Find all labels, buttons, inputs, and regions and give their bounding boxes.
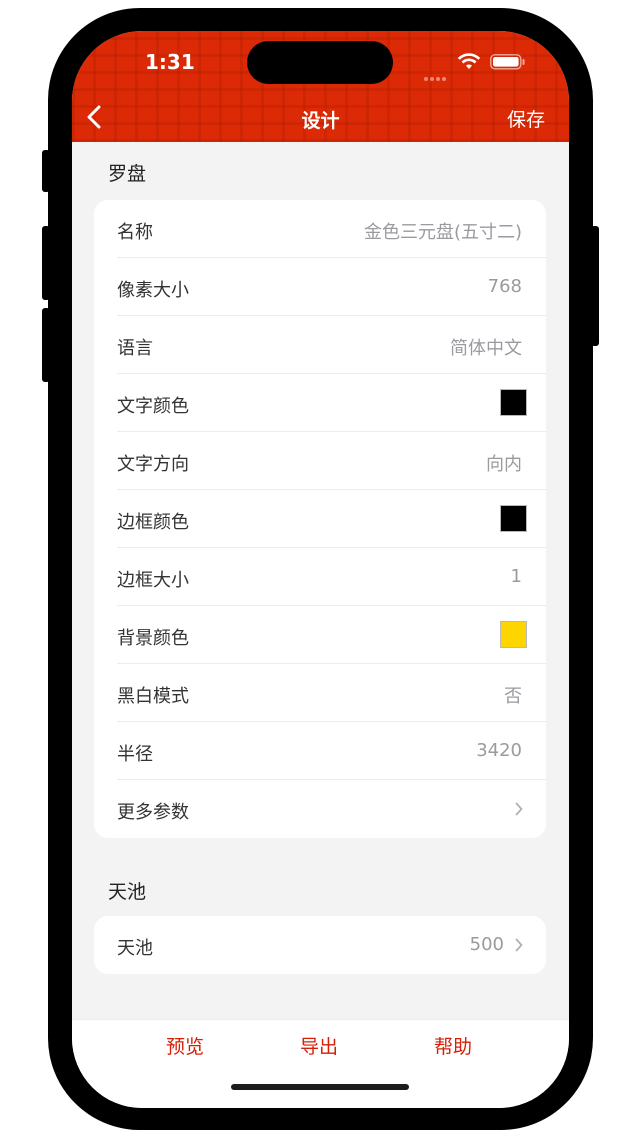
row-background-color[interactable]: 背景颜色	[94, 606, 546, 664]
side-button-volume-up	[42, 226, 50, 300]
dynamic-island	[247, 41, 393, 84]
compass-settings-card: 名称 金色三元盘(五寸二) 像素大小 768 语言 简体中文 文字颜色 文字方向 向内 …	[94, 200, 546, 838]
row-black-white-mode[interactable]: 黑白模式 否	[94, 664, 546, 722]
color-swatch[interactable]	[500, 389, 527, 416]
bottom-toolbar: 预览 导出 帮助	[72, 1019, 569, 1108]
row-value: 3420	[476, 740, 522, 761]
row-label: 边框大小	[117, 570, 189, 591]
page-title: 设计	[301, 110, 340, 132]
side-button-volume-down	[42, 308, 50, 382]
row-label: 语言	[117, 338, 153, 359]
color-swatch[interactable]	[500, 621, 527, 648]
wifi-icon	[457, 53, 481, 69]
row-value: 向内	[486, 454, 522, 475]
side-button-mute	[42, 150, 50, 192]
row-value: 金色三元盘(五寸二)	[363, 222, 522, 243]
status-time: 1:31	[145, 50, 195, 74]
tianchi-settings-card: 天池 500	[94, 916, 546, 974]
row-text-direction[interactable]: 文字方向 向内	[94, 432, 546, 490]
row-pixel-size[interactable]: 像素大小 768	[94, 258, 546, 316]
row-label: 像素大小	[117, 280, 189, 301]
row-border-color[interactable]: 边框颜色	[94, 490, 546, 548]
signal-dots-icon	[424, 66, 448, 85]
row-radius[interactable]: 半径 3420	[94, 722, 546, 780]
chevron-right-icon	[515, 802, 523, 816]
row-border-size[interactable]: 边框大小 1	[94, 548, 546, 606]
help-button[interactable]: 帮助	[434, 1032, 472, 1059]
row-value: 768	[487, 276, 522, 297]
row-value: 1	[510, 566, 522, 587]
row-tianchi[interactable]: 天池 500	[94, 916, 546, 974]
nav-header: 1:31 设计 保存	[72, 31, 569, 142]
row-label: 背景颜色	[117, 628, 189, 649]
section-title-tianchi: 天池	[108, 881, 147, 903]
row-label: 天池	[117, 938, 153, 959]
row-value: 否	[504, 686, 522, 707]
row-label: 文字方向	[117, 454, 189, 475]
row-label: 文字颜色	[117, 396, 189, 417]
save-button[interactable]: 保存	[507, 105, 545, 132]
side-button-power	[591, 226, 599, 346]
row-more-params[interactable]: 更多参数	[94, 780, 546, 838]
row-language[interactable]: 语言 简体中文	[94, 316, 546, 374]
row-label: 边框颜色	[117, 512, 189, 533]
preview-button[interactable]: 预览	[166, 1032, 204, 1059]
row-name[interactable]: 名称 金色三元盘(五寸二)	[94, 200, 546, 258]
app-screen: 1:31 设计 保存 罗盘 名称 金色三元盘(五寸二) 像素大小 768 语言 简体中…	[72, 31, 569, 1108]
color-swatch[interactable]	[500, 505, 527, 532]
settings-content[interactable]: 罗盘 名称 金色三元盘(五寸二) 像素大小 768 语言 简体中文 文字颜色 文字方向…	[72, 142, 569, 1019]
export-button[interactable]: 导出	[300, 1032, 338, 1059]
section-title-compass: 罗盘	[108, 163, 147, 185]
row-text-color[interactable]: 文字颜色	[94, 374, 546, 432]
row-label: 黑白模式	[117, 686, 189, 707]
row-label: 名称	[117, 222, 153, 243]
battery-icon	[490, 54, 525, 70]
row-label: 更多参数	[117, 802, 189, 823]
row-value: 简体中文	[450, 338, 522, 359]
row-value: 500	[469, 934, 504, 955]
home-indicator	[231, 1084, 409, 1090]
row-label: 半径	[117, 744, 153, 765]
chevron-right-icon	[515, 938, 523, 952]
